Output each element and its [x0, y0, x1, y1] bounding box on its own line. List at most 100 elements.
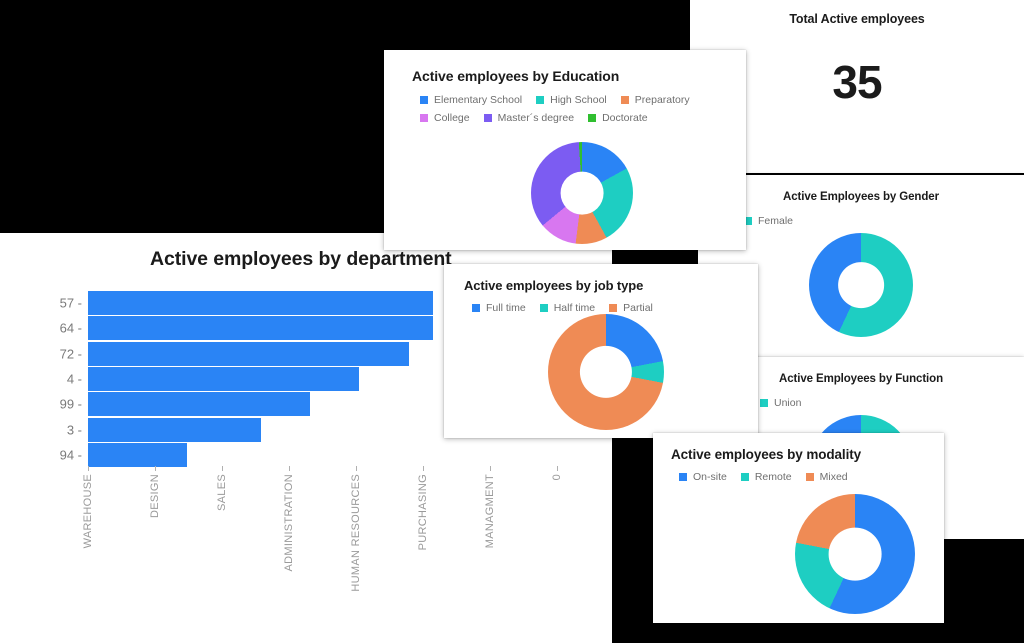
education-legend-item[interactable]: High School	[536, 94, 607, 106]
bar-rect[interactable]	[88, 341, 409, 366]
bar-y-tick-label: 57 -	[59, 295, 82, 311]
education-legend-item[interactable]: Preparatory	[620, 94, 690, 106]
bar-chart-title: Active employees by department	[150, 248, 452, 270]
bar-x-tick-mark	[557, 466, 558, 471]
function-legend-item[interactable]: Union	[760, 397, 801, 409]
bar-row[interactable]: 4 -	[67, 366, 458, 391]
jobtype-legend-item[interactable]: Half time	[539, 302, 596, 314]
bar-x-tick-label: WAREHOUSE	[82, 474, 94, 549]
bar-chart-plot-area: 57 - 64 - 72 - 4 - 99 - 3 - 94 -	[60, 291, 458, 467]
modality-card-title: Active employees by modality	[671, 447, 862, 462]
gender-donut-ring	[809, 233, 913, 337]
education-legend-item[interactable]: College	[420, 112, 470, 124]
modality-legend: On-site Remote Mixed	[679, 471, 939, 489]
bar-y-tick-label: 72 -	[59, 346, 82, 362]
legend-label: Doctorate	[602, 112, 648, 124]
bar-row[interactable]: 94 -	[60, 442, 458, 467]
bar-row[interactable]: 64 -	[60, 316, 458, 341]
bar-y-tick-label: 4 -	[66, 371, 82, 387]
bar-rect[interactable]	[88, 366, 360, 391]
legend-label: Partial	[623, 302, 653, 314]
bar-x-tick-mark	[490, 466, 491, 471]
gender-legend-item[interactable]: Female	[744, 215, 793, 227]
bar-row[interactable]: 57 -	[60, 291, 458, 315]
modality-legend-item[interactable]: Mixed	[805, 471, 848, 483]
jobtype-card-title: Active employees by job type	[464, 278, 644, 293]
bar-x-tick-mark	[155, 466, 156, 471]
education-legend-item[interactable]: Doctorate	[588, 112, 648, 124]
jobtype-donut-chart	[548, 314, 664, 430]
bar-x-tick-mark	[423, 466, 424, 471]
bar-x-tick-label: HUMAN RESOURCES	[350, 474, 362, 592]
modality-chart-card: Active employees by modality On-site Remo…	[653, 433, 944, 623]
legend-label: Female	[758, 215, 794, 227]
education-donut-hole	[560, 171, 604, 215]
legend-label: Mixed	[819, 471, 848, 483]
jobtype-donut-hole	[579, 345, 633, 399]
bar-x-tick-mark	[222, 466, 223, 471]
bar-y-tick-label: 99 -	[59, 396, 82, 412]
gender-card-title: Active Employees by Gender	[783, 191, 939, 203]
education-legend: Elementary School High School Preparatory C…	[420, 94, 740, 130]
bar-y-tick-label: 64 -	[59, 320, 82, 336]
function-legend: Union	[760, 397, 815, 415]
bar-x-tick-label: ADMINISTRATION	[283, 474, 295, 572]
bar-x-tick-label: SALES	[216, 474, 228, 511]
education-card-title: Active employees by Education	[412, 68, 620, 84]
education-donut-chart	[531, 142, 633, 244]
bar-x-tick-mark	[289, 466, 290, 471]
bar-x-tick-label: 0	[551, 474, 563, 481]
bar-rect[interactable]	[88, 417, 261, 442]
legend-swatch-icon	[420, 96, 428, 104]
bar-x-tick-label: DESIGN	[149, 474, 161, 518]
legend-label: College	[434, 112, 470, 124]
legend-label: On-site	[693, 471, 727, 483]
bar-row[interactable]: 3 -	[67, 417, 458, 442]
bar-rect[interactable]	[88, 442, 187, 467]
legend-swatch-icon	[472, 304, 480, 312]
gender-legend: Female	[744, 215, 807, 233]
legend-label: Union	[774, 397, 802, 409]
legend-swatch-icon	[805, 473, 814, 481]
total-card-title: Total Active employees	[789, 12, 925, 26]
bar-rect[interactable]	[88, 291, 434, 315]
legend-label: Remote	[754, 471, 792, 483]
jobtype-chart-card: Active employees by job type Full time Ha…	[444, 264, 758, 438]
modality-legend-item[interactable]: On-site	[679, 471, 727, 483]
legend-label: Master´s degree	[497, 112, 575, 124]
modality-donut-ring	[795, 494, 915, 614]
legend-swatch-icon	[483, 114, 492, 122]
education-legend-item[interactable]: Master´s degree	[483, 112, 575, 124]
bar-x-tick-label: PURCHASING	[417, 474, 429, 551]
legend-swatch-icon	[420, 114, 428, 122]
legend-label: Half time	[553, 302, 596, 314]
bar-x-tick-mark	[356, 466, 357, 471]
bar-rect[interactable]	[88, 392, 310, 417]
legend-swatch-icon	[740, 473, 749, 481]
bar-row[interactable]: 72 -	[60, 341, 458, 366]
education-chart-card: Active employees by Education Elementary…	[384, 50, 746, 250]
legend-swatch-icon	[760, 399, 768, 407]
bar-row[interactable]: 99 -	[60, 392, 458, 417]
jobtype-legend-item[interactable]: Full time	[472, 302, 526, 314]
modality-legend-item[interactable]: Remote	[740, 471, 792, 483]
legend-swatch-icon	[536, 96, 545, 104]
bar-chart-x-axis: WAREHOUSE DESIGN SALES ADMINISTRATION HUMAN …	[82, 466, 568, 636]
modality-donut-chart	[795, 494, 915, 614]
legend-swatch-icon	[539, 304, 548, 312]
legend-swatch-icon	[609, 304, 618, 312]
bar-x-tick-mark	[88, 466, 89, 471]
legend-label: Full time	[486, 302, 526, 314]
legend-label: High School	[550, 94, 607, 106]
modality-donut-hole	[828, 527, 882, 581]
legend-swatch-icon	[588, 114, 597, 122]
bar-rect[interactable]	[88, 316, 434, 341]
legend-label: Elementary School	[434, 94, 523, 106]
jobtype-legend-item[interactable]: Partial	[609, 302, 653, 314]
education-legend-item[interactable]: Elementary School	[420, 94, 522, 106]
legend-label: Preparatory	[634, 94, 690, 106]
bar-x-tick-label: MANAGMENT	[484, 474, 496, 549]
legend-swatch-icon	[620, 96, 629, 104]
legend-swatch-icon	[679, 473, 687, 481]
bar-y-tick-label: 94 -	[59, 447, 82, 463]
